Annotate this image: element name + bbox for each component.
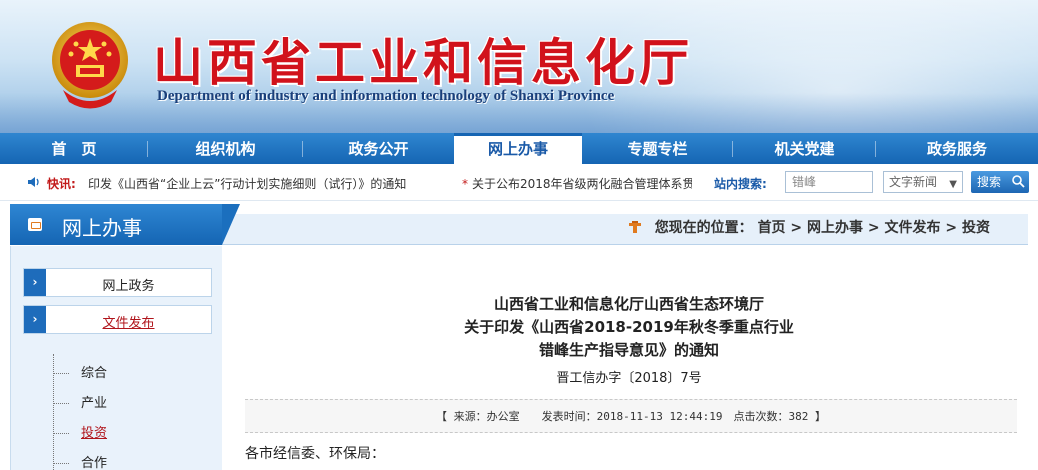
tree-item-label: 产业 — [81, 396, 108, 411]
search-category-value: 文字新闻 — [889, 175, 938, 189]
site-subtitle: Department of industry and information t… — [157, 88, 615, 104]
section-title: 网上办事 — [62, 216, 142, 240]
article-title-line-1: 山西省工业和信息化厅山西省生态环境厅 — [493, 295, 764, 313]
search-label: 站内搜索: — [714, 177, 767, 191]
main-nav: 首 页 组织机构 政务公开 网上办事 专题专栏 机关党建 政务服务 — [0, 133, 1038, 164]
news-ticker-bar: 快讯: 印发《山西省“企业上云”行动计划实施细则（试行）》的通知 * 关于公布20… — [0, 164, 1038, 201]
national-emblem-icon — [52, 22, 128, 109]
speaker-icon — [28, 177, 39, 187]
ticker-link-2-text[interactable]: 关于公布2018年省级两化融合管理体系贯 — [472, 177, 692, 191]
site-banner: 山西省工业和信息化厅 Department of industry and in… — [0, 0, 1038, 133]
breadcrumb-prefix: 您现在的位置： — [654, 220, 753, 236]
sidebar-item-label: 文件发布 — [102, 316, 155, 331]
tree-item-cooperation[interactable]: 合作 — [53, 452, 107, 470]
tree-item-investment[interactable]: 投资 — [53, 422, 107, 441]
sidebar-item-online-gov[interactable]: › 网上政务 — [23, 268, 212, 297]
breadcrumb: 您现在的位置： 首页 > 网上办事 > 文件发布 > 投资 — [628, 217, 990, 237]
section-tab: 网上办事 — [10, 204, 240, 245]
ticker-label: 快讯: — [47, 177, 76, 191]
site-title: 山西省工业和信息化厅 — [153, 33, 693, 92]
ticker-link-1[interactable]: 印发《山西省“企业上云”行动计划实施细则（试行）》的通知 — [88, 175, 406, 192]
sidebar-item-file-release[interactable]: › 文件发布 — [23, 305, 212, 334]
document-number: 晋工信办字〔2018〕7号 — [556, 371, 702, 386]
search-button[interactable]: 搜索 — [971, 171, 1029, 193]
ticker-link-2[interactable]: * 关于公布2018年省级两化融合管理体系贯 — [462, 175, 692, 192]
chevron-right-icon: › — [24, 269, 46, 296]
search-button-label: 搜索 — [977, 175, 1002, 189]
article-meta: 【 来源：办公室 发表时间：2018-11-13 12:44:19 点击次数：3… — [245, 399, 1017, 433]
article-title-line-2: 关于印发《山西省2018-2019年秋冬季重点行业 — [464, 318, 794, 336]
bullet-star-icon: * — [462, 177, 468, 191]
nav-gov-affairs[interactable]: 政务公开 — [303, 133, 454, 164]
nav-online-services[interactable]: 网上办事 — [454, 133, 582, 164]
nav-gov-services[interactable]: 政务服务 — [876, 133, 1038, 164]
search-input[interactable]: 错峰 — [785, 171, 873, 193]
nav-special-topics[interactable]: 专题专栏 — [582, 133, 733, 164]
document-icon — [28, 218, 42, 231]
nav-party-building[interactable]: 机关党建 — [733, 133, 876, 164]
tree-item-label: 综合 — [81, 366, 108, 381]
search-icon — [1012, 175, 1025, 188]
tree-item-label: 投资 — [81, 426, 108, 441]
chevron-right-icon: › — [24, 306, 46, 333]
tree-item-general[interactable]: 综合 — [53, 362, 107, 381]
sidebar: › 网上政务 › 文件发布 综合 产业 投资 合作 — [10, 246, 222, 470]
location-icon — [628, 221, 641, 233]
sidebar-item-label: 网上政务 — [102, 279, 155, 294]
breadcrumb-path[interactable]: 首页 > 网上办事 > 文件发布 > 投资 — [758, 220, 990, 236]
section-header: 网上办事 您现在的位置： 首页 > 网上办事 > 文件发布 > 投资 — [10, 204, 1028, 245]
article-title-line-3: 错峰生产指导意见》的通知 — [538, 341, 719, 359]
chevron-down-icon: ▼ — [949, 179, 957, 190]
search-category-select[interactable]: 文字新闻 ▼ — [883, 171, 963, 193]
article-salutation: 各市经信委、环保局： — [245, 446, 385, 462]
tree-item-label: 合作 — [81, 456, 108, 470]
tree-item-industry[interactable]: 产业 — [53, 392, 107, 411]
nav-organization[interactable]: 组织机构 — [148, 133, 303, 164]
nav-home[interactable]: 首 页 — [0, 133, 148, 164]
